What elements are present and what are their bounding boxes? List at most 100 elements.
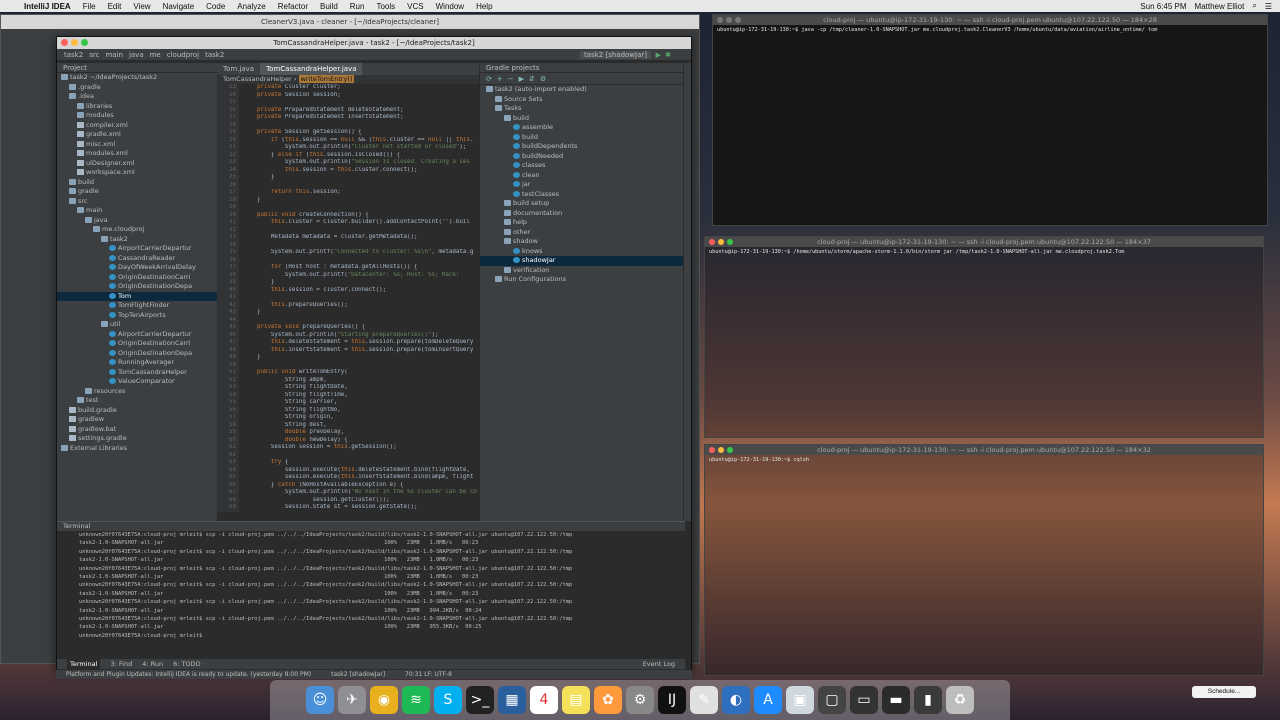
project-tree-item[interactable]: src bbox=[57, 197, 217, 207]
gradle-tree-item[interactable]: Tasks bbox=[480, 104, 685, 114]
code-line[interactable]: for (Host host : metadata.getAllHosts())… bbox=[243, 264, 479, 272]
code-line[interactable]: double newDelay) { bbox=[243, 437, 479, 445]
code-line[interactable] bbox=[243, 257, 479, 265]
menu-icon[interactable]: ☰ bbox=[1265, 2, 1272, 11]
project-tree-item[interactable]: OriginDestinationCarri bbox=[57, 273, 217, 283]
breadcrumb-method[interactable]: writeTomEntry() bbox=[298, 75, 355, 83]
terminal-line[interactable]: unknown20f07643E75A:cloud-proj mrleit$ s… bbox=[79, 615, 685, 623]
project-tree-item[interactable]: modules bbox=[57, 111, 217, 121]
zoom-icon[interactable] bbox=[727, 239, 733, 245]
terminal-line[interactable]: unknown20f07643E75A:cloud-proj mrleit$ s… bbox=[79, 565, 685, 573]
app-store-icon[interactable]: A bbox=[754, 686, 782, 714]
terminal-line[interactable]: ubuntu@ip-172-31-19-130:~$ /home/ubuntu/… bbox=[705, 247, 1263, 257]
project-tree-item[interactable]: OriginDestinationCarri bbox=[57, 339, 217, 349]
editor-tab[interactable]: TomCassandraHelper.java bbox=[260, 63, 363, 75]
project-tree-item[interactable]: AirportCarrierDepartur bbox=[57, 330, 217, 340]
intellij-icon[interactable]: IJ bbox=[658, 686, 686, 714]
menu-code[interactable]: Code bbox=[200, 2, 231, 11]
code-line[interactable]: private PreparedStatement insertStatemen… bbox=[243, 114, 479, 122]
gradle-tree-item[interactable]: shadowJar bbox=[480, 256, 685, 266]
code-line[interactable]: public void writeTomEntry( bbox=[243, 369, 479, 377]
textedit-icon[interactable]: ✎ bbox=[690, 686, 718, 714]
code-line[interactable]: String flightNo, bbox=[243, 407, 479, 415]
code-line[interactable]: } else if (this.session.isClosed()) { bbox=[243, 152, 479, 160]
project-tree-item[interactable]: misc.xml bbox=[57, 140, 217, 150]
tool-tab[interactable]: 4: Run bbox=[142, 659, 163, 669]
photos-icon[interactable]: ✿ bbox=[594, 686, 622, 714]
terminal-title-bar[interactable]: cloud-proj — ubuntu@ip-172-31-19-130: ~ … bbox=[713, 15, 1267, 25]
code-line[interactable]: String flightDate, bbox=[243, 384, 479, 392]
right-tool-strip[interactable] bbox=[683, 63, 691, 521]
gradle-tree-item[interactable]: classes bbox=[480, 161, 685, 171]
menu-tools[interactable]: Tools bbox=[370, 2, 401, 11]
menu-analyze[interactable]: Analyze bbox=[231, 2, 271, 11]
finder-icon[interactable]: ☺ bbox=[306, 686, 334, 714]
code-line[interactable]: System.out.println("Session is closed. C… bbox=[243, 159, 479, 167]
project-panel-header[interactable]: Project bbox=[57, 63, 217, 73]
nav-crumb[interactable]: java bbox=[126, 51, 147, 59]
code-line[interactable]: } bbox=[243, 354, 479, 362]
gradle-tree-item[interactable]: shadow bbox=[480, 237, 685, 247]
status-run[interactable]: task2 [shadowJar] bbox=[331, 670, 385, 679]
project-tree-item[interactable]: workspace.xml bbox=[57, 168, 217, 178]
project-tree-item[interactable]: resources bbox=[57, 387, 217, 397]
user-name[interactable]: Matthew Elliot bbox=[1195, 2, 1245, 11]
gradle-tree-item[interactable]: buildDependents bbox=[480, 142, 685, 152]
code-line[interactable]: this.session = cluster.connect(); bbox=[243, 287, 479, 295]
quicktime-icon[interactable]: ◐ bbox=[722, 686, 750, 714]
menu-navigate[interactable]: Navigate bbox=[157, 2, 201, 11]
minimize-icon[interactable] bbox=[718, 447, 724, 453]
status-message[interactable]: Platform and Plugin Updates: IntelliJ ID… bbox=[66, 670, 311, 679]
terminal-line[interactable]: unknown20f07643E75A:cloud-proj mrleit$ s… bbox=[79, 548, 685, 556]
breadcrumb-class[interactable]: TomCassandraHelper bbox=[223, 75, 292, 83]
code-line[interactable]: } bbox=[243, 279, 479, 287]
code-line[interactable]: System.out.printf("Connected to cluster:… bbox=[243, 249, 479, 257]
project-tree-item[interactable]: me.cloudproj bbox=[57, 225, 217, 235]
code-line[interactable]: session.getCluster()); bbox=[243, 497, 479, 505]
terminal-icon[interactable]: >_ bbox=[466, 686, 494, 714]
code-line[interactable]: System.out.println("No host in the %s cl… bbox=[243, 489, 479, 497]
project-tree-item[interactable]: libraries bbox=[57, 102, 217, 112]
gradle-tree-item[interactable]: Source Sets bbox=[480, 95, 685, 105]
project-tree-item[interactable]: build.gradle bbox=[57, 406, 217, 416]
code-line[interactable]: private PreparedStatement deleteStatemen… bbox=[243, 107, 479, 115]
code-line[interactable]: } bbox=[243, 197, 479, 205]
code-line[interactable]: this.prepareQueries(); bbox=[243, 302, 479, 310]
expand-all-icon[interactable]: ⇵ bbox=[529, 75, 535, 83]
project-tree-item[interactable]: OriginDestinationDepa bbox=[57, 349, 217, 359]
terminal-line[interactable]: task2-1.0-SNAPSHOT-all.jar 100% 23MB 994… bbox=[79, 607, 685, 615]
close-icon[interactable] bbox=[717, 17, 723, 23]
terminal-line[interactable]: task2-1.0-SNAPSHOT-all.jar 100% 23MB 1.0… bbox=[79, 539, 685, 547]
notes-icon[interactable]: ▤ bbox=[562, 686, 590, 714]
terminal-line[interactable]: unknown20f07643E75A:cloud-proj mrleit$ s… bbox=[79, 598, 685, 606]
gradle-tree-item[interactable]: build setup bbox=[480, 199, 685, 209]
code-line[interactable]: public void createConnection() { bbox=[243, 212, 479, 220]
minimize-icon[interactable] bbox=[726, 17, 732, 23]
project-tree-item[interactable]: RunningAverager bbox=[57, 358, 217, 368]
code-line[interactable] bbox=[243, 182, 479, 190]
nav-crumb[interactable]: src bbox=[86, 51, 102, 59]
project-tree-item[interactable]: DayOfWeekArrivalDelay bbox=[57, 263, 217, 273]
add-icon[interactable]: + bbox=[497, 75, 503, 83]
gradle-tree-item[interactable]: buildNeeded bbox=[480, 152, 685, 162]
code-line[interactable]: if (this.session == null && (this.cluste… bbox=[243, 137, 479, 145]
project-tree-item[interactable]: CassandraReader bbox=[57, 254, 217, 264]
project-tree-item[interactable]: Tom bbox=[57, 291, 217, 301]
screenshot-icon[interactable]: ▢ bbox=[818, 686, 846, 714]
terminal-line[interactable]: task2-1.0-SNAPSHOT-all.jar 100% 23MB 1.0… bbox=[79, 590, 685, 598]
zoom-icon[interactable] bbox=[735, 17, 741, 23]
editor-tab[interactable]: Tom.java bbox=[217, 63, 260, 75]
gradle-tree-item[interactable]: jar bbox=[480, 180, 685, 190]
project-tree-item[interactable]: gradle bbox=[57, 187, 217, 197]
project-tree-item[interactable]: settings.gradle bbox=[57, 434, 217, 444]
menu-vcs[interactable]: VCS bbox=[401, 2, 429, 11]
project-tree-item[interactable]: task2 bbox=[57, 235, 217, 245]
tool-tab[interactable]: 6: TODO bbox=[173, 659, 201, 669]
code-line[interactable]: Session.State st = session.getState(); bbox=[243, 504, 479, 512]
terminal-line[interactable]: task2-1.0-SNAPSHOT-all.jar 100% 23MB 955… bbox=[79, 623, 685, 631]
event-log-button[interactable]: Event Log bbox=[643, 659, 675, 669]
gradle-tree-item[interactable]: task2 (auto-import enabled) bbox=[480, 85, 685, 95]
code-line[interactable]: private Session session; bbox=[243, 92, 479, 100]
system-preferences-icon[interactable]: ⚙ bbox=[626, 686, 654, 714]
code-line[interactable] bbox=[243, 227, 479, 235]
